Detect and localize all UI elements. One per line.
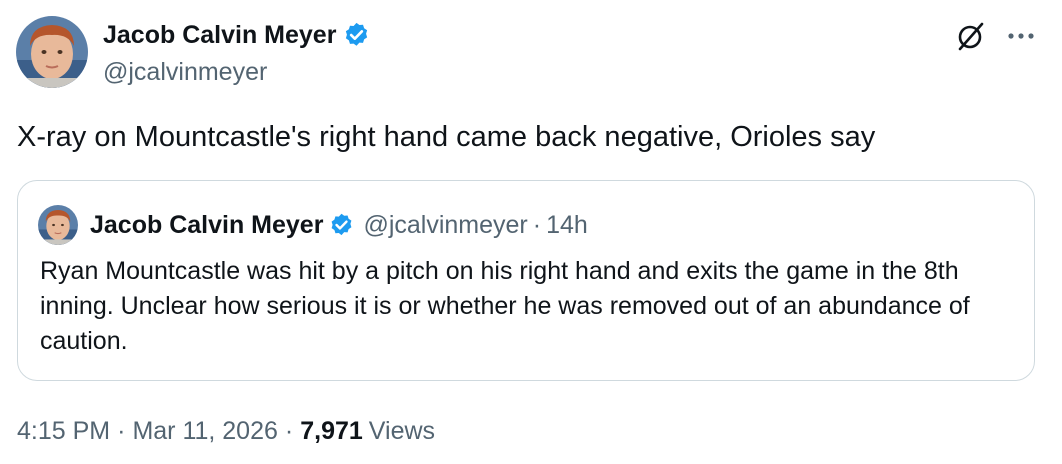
tweet-text: X-ray on Mountcastle's right hand came b… — [17, 121, 876, 153]
tweet-meta: 4:15 PM · Mar 11, 2026 · 7,971 Views — [17, 413, 435, 449]
quoted-author-name[interactable]: Jacob Calvin Meyer — [90, 211, 323, 240]
avatar[interactable] — [16, 16, 88, 88]
quoted-author-handle[interactable]: @jcalvinmeyer — [363, 211, 527, 240]
author-handle[interactable]: @jcalvinmeyer — [103, 55, 267, 89]
author-name-row[interactable]: Jacob Calvin Meyer — [103, 17, 371, 53]
grok-icon[interactable] — [955, 20, 987, 52]
tweet-date[interactable]: Mar 11, 2026 — [132, 417, 277, 446]
verified-badge-icon — [342, 21, 371, 50]
quoted-tweet[interactable]: Jacob Calvin Meyer @jcalvinmeyer · 14h R… — [17, 180, 1035, 381]
views-label[interactable]: Views — [369, 417, 435, 446]
tweet-time[interactable]: 4:15 PM — [17, 417, 110, 446]
author-name[interactable]: Jacob Calvin Meyer — [103, 17, 336, 53]
quoted-text: Ryan Mountcastle was hit by a pitch on h… — [40, 257, 970, 355]
separator-dot: · — [284, 416, 294, 445]
tweet: Jacob Calvin Meyer @jcalvinmeyer X-ray o… — [0, 0, 1062, 464]
separator-dot: · — [117, 416, 126, 445]
quoted-verified-badge-icon — [328, 212, 355, 239]
separator-dot: · — [532, 210, 542, 239]
more-icon[interactable] — [1004, 24, 1038, 48]
quoted-timestamp[interactable]: 14h — [546, 211, 588, 240]
quoted-header: Jacob Calvin Meyer @jcalvinmeyer · 14h — [90, 206, 588, 244]
views-count[interactable]: 7,971 — [300, 417, 363, 446]
quoted-avatar[interactable] — [38, 205, 78, 245]
